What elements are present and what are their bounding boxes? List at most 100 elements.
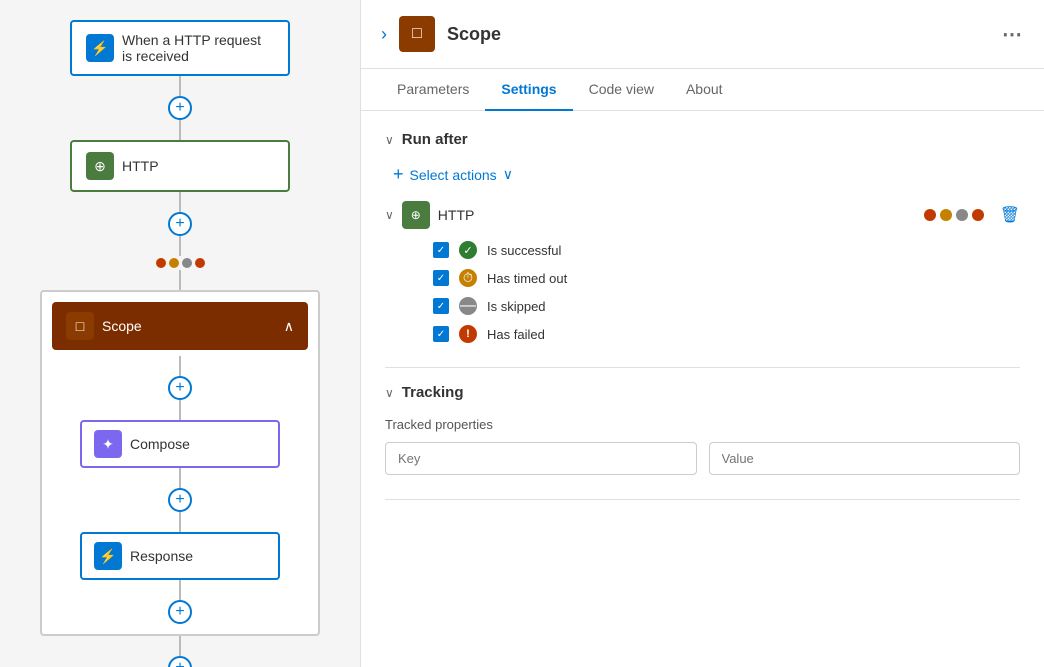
panel-content: ∨ Run after + Select actions ∨ ∨ ⊕ HTTP <box>361 111 1044 667</box>
tabs-bar: Parameters Settings Code view About <box>361 69 1044 111</box>
section-divider <box>385 367 1020 368</box>
connector-line <box>179 400 181 420</box>
status-dot-skipped <box>182 258 192 268</box>
add-step-button-2[interactable]: + <box>168 212 192 236</box>
run-after-section: ∨ Run after + Select actions ∨ ∨ ⊕ HTTP <box>385 131 1020 343</box>
connector-final: + <box>168 636 192 667</box>
compose-node[interactable]: ✦ Compose <box>80 420 280 468</box>
compose-label: Compose <box>130 436 190 452</box>
http-trigger-node[interactable]: ⚡ When a HTTP request is received <box>70 20 290 76</box>
add-inner-step-3[interactable]: + <box>168 600 192 624</box>
connector-2: + <box>156 192 205 290</box>
right-panel: › □ Scope ⋯ Parameters Settings Code vie… <box>360 0 1044 667</box>
status-dot-failed2 <box>195 258 205 268</box>
panel-title: Scope <box>447 24 990 45</box>
status-item-failed: ✓ ! Has failed <box>433 325 1020 343</box>
scope-header-left: □ Scope <box>66 312 142 340</box>
scope-label: Scope <box>102 318 142 334</box>
tracking-header[interactable]: ∨ Tracking <box>385 384 1020 401</box>
label-successful: Is successful <box>487 243 561 258</box>
panel-scope-icon: □ <box>399 16 435 52</box>
checkbox-timed-out[interactable]: ✓ <box>433 270 449 286</box>
trigger-label: When a HTTP request is received <box>122 32 274 64</box>
select-actions-button[interactable]: + Select actions ∨ <box>393 164 513 185</box>
connector-line <box>179 76 181 96</box>
label-skipped: Is skipped <box>487 299 546 314</box>
http-action-header-row: ∨ ⊕ HTTP 🗑 <box>385 201 1020 229</box>
more-options-button[interactable]: ⋯ <box>1002 22 1024 47</box>
back-chevron[interactable]: › <box>381 24 387 45</box>
http-status-dots <box>924 209 984 221</box>
add-inner-step-1[interactable]: + <box>168 376 192 400</box>
tracking-chevron: ∨ <box>385 386 394 400</box>
dot-failed <box>924 209 936 221</box>
checkbox-failed[interactable]: ✓ <box>433 326 449 342</box>
run-after-header[interactable]: ∨ Run after <box>385 131 1020 148</box>
run-after-title: Run after <box>402 131 468 148</box>
response-node[interactable]: ⚡ Response <box>80 532 280 580</box>
icon-failed: ! <box>459 325 477 343</box>
connector-line <box>179 356 181 376</box>
http-action-group: ∨ ⊕ HTTP 🗑 ✓ ✓ Is s <box>385 201 1020 343</box>
tab-about[interactable]: About <box>670 69 739 111</box>
compose-icon: ✦ <box>94 430 122 458</box>
label-failed: Has failed <box>487 327 545 342</box>
connector-line <box>179 580 181 600</box>
connector-line <box>179 512 181 532</box>
add-inner-step-2[interactable]: + <box>168 488 192 512</box>
select-actions-row: + Select actions ∨ <box>393 164 1020 185</box>
bottom-divider <box>385 499 1020 500</box>
status-items-list: ✓ ✓ Is successful ✓ ⏱ Has timed out ✓ — … <box>433 241 1020 343</box>
flow-canvas: ⚡ When a HTTP request is received + ⊕ HT… <box>0 0 360 667</box>
response-label: Response <box>130 548 193 564</box>
scope-node[interactable]: □ Scope ∧ <box>52 302 308 350</box>
connector-line <box>179 236 181 256</box>
http-action-name: HTTP <box>438 207 475 223</box>
response-icon: ⚡ <box>94 542 122 570</box>
delete-http-action-button[interactable]: 🗑 <box>1000 205 1020 225</box>
label-timed-out: Has timed out <box>487 271 567 286</box>
tab-parameters[interactable]: Parameters <box>381 69 485 111</box>
panel-header: › □ Scope ⋯ <box>361 0 1044 69</box>
flow-nodes: ⚡ When a HTTP request is received + ⊕ HT… <box>40 20 320 667</box>
connector-line <box>179 192 181 212</box>
http-node[interactable]: ⊕ HTTP <box>70 140 290 192</box>
add-final-step[interactable]: + <box>168 656 192 667</box>
inner-connector-3: + <box>168 580 192 624</box>
http-label: HTTP <box>122 158 159 174</box>
trigger-icon: ⚡ <box>86 34 114 62</box>
connector-line <box>179 468 181 488</box>
status-item-timed-out: ✓ ⏱ Has timed out <box>433 269 1020 287</box>
tab-settings[interactable]: Settings <box>485 69 572 111</box>
checkbox-successful[interactable]: ✓ <box>433 242 449 258</box>
http-icon: ⊕ <box>86 152 114 180</box>
tracking-inputs-row <box>385 442 1020 475</box>
icon-timed-out: ⏱ <box>459 269 477 287</box>
scope-container: □ Scope ∧ + ✦ Compose + ⚡ Res <box>40 290 320 636</box>
status-item-skipped: ✓ — Is skipped <box>433 297 1020 315</box>
inner-connector-2: + <box>168 468 192 532</box>
run-after-chevron: ∨ <box>385 133 394 147</box>
connector-1: + <box>168 76 192 140</box>
tracked-properties-label: Tracked properties <box>385 417 1020 432</box>
status-item-successful: ✓ ✓ Is successful <box>433 241 1020 259</box>
tracking-key-input[interactable] <box>385 442 697 475</box>
tracking-section: ∨ Tracking Tracked properties <box>385 384 1020 475</box>
scope-collapse-icon[interactable]: ∧ <box>284 318 294 335</box>
dot-timeout <box>940 209 952 221</box>
connector-line <box>179 120 181 140</box>
connector-line <box>179 270 181 290</box>
connector-line <box>179 636 181 656</box>
dot-failed2 <box>972 209 984 221</box>
http-collapse-chevron[interactable]: ∨ <box>385 208 394 222</box>
tracking-value-input[interactable] <box>709 442 1021 475</box>
icon-successful: ✓ <box>459 241 477 259</box>
status-dot-timeout <box>169 258 179 268</box>
icon-skipped: — <box>459 297 477 315</box>
tracking-title: Tracking <box>402 384 464 401</box>
tab-code-view[interactable]: Code view <box>573 69 670 111</box>
inner-connector-1: + <box>168 356 192 420</box>
add-step-button-1[interactable]: + <box>168 96 192 120</box>
plus-icon: + <box>393 164 404 185</box>
checkbox-skipped[interactable]: ✓ <box>433 298 449 314</box>
